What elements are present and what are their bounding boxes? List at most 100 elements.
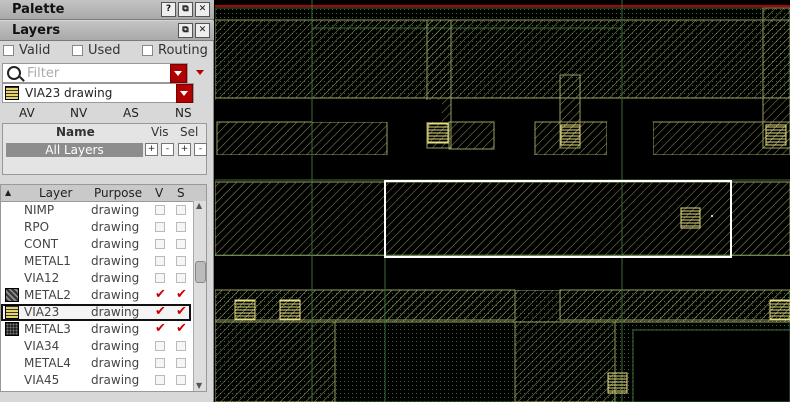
via23-shape xyxy=(427,122,449,144)
visible-checkbox[interactable]: ✔ xyxy=(155,305,166,318)
mode-bar: AV NV AS NS xyxy=(0,104,214,122)
valid-checkbox[interactable]: Valid xyxy=(3,43,50,58)
layer-row-rpo[interactable]: RPO drawing xyxy=(1,219,191,236)
layer-purpose: drawing xyxy=(91,271,140,285)
via23-shape xyxy=(607,372,628,394)
selectable-checkbox[interactable] xyxy=(176,256,186,266)
col-purpose[interactable]: Purpose xyxy=(94,186,142,200)
col-s[interactable]: S xyxy=(177,186,185,200)
layer-table-header: ▲ Layer Purpose V S xyxy=(1,185,206,202)
visible-checkbox[interactable] xyxy=(155,222,165,232)
via23-shape xyxy=(680,207,701,229)
used-checkbox[interactable]: Used xyxy=(72,43,121,58)
scrollbar-thumb[interactable] xyxy=(195,261,206,283)
via23-swatch-icon xyxy=(5,305,19,319)
sort-up-icon[interactable]: ▲ xyxy=(5,188,11,197)
selectable-checkbox[interactable] xyxy=(176,273,186,283)
visible-checkbox[interactable] xyxy=(155,205,165,215)
visible-checkbox[interactable]: ✔ xyxy=(155,288,166,301)
layer-row-via23[interactable]: VIA23 drawing ✔ ✔ xyxy=(1,304,191,321)
visible-checkbox[interactable] xyxy=(155,375,165,385)
layer-row-metal1[interactable]: METAL1 drawing xyxy=(1,253,191,270)
visible-checkbox[interactable]: ✔ xyxy=(155,322,166,335)
metal2-shape xyxy=(215,181,790,257)
layer-purpose: drawing xyxy=(91,288,140,302)
layout-canvas[interactable] xyxy=(215,0,790,402)
selectable-checkbox[interactable] xyxy=(176,358,186,368)
close-button[interactable]: ✕ xyxy=(195,2,210,17)
metal2-swatch-icon xyxy=(5,288,19,302)
visible-checkbox[interactable] xyxy=(155,256,165,266)
layer-row-metal2[interactable]: METAL2 drawing ✔ ✔ xyxy=(1,287,191,304)
current-layer-select[interactable]: VIA23 drawing xyxy=(2,83,194,103)
via23-shape xyxy=(765,124,787,146)
layer-row-nimp[interactable]: NIMP drawing xyxy=(1,202,191,219)
search-icon xyxy=(7,66,21,80)
visible-checkbox[interactable] xyxy=(155,273,165,283)
selectable-checkbox[interactable] xyxy=(176,205,186,215)
all-layers-item[interactable]: All Layers xyxy=(6,143,143,157)
selectable-checkbox[interactable] xyxy=(176,239,186,249)
vis-minus-button[interactable]: - xyxy=(161,143,174,156)
float-button[interactable]: ⧉ xyxy=(178,2,193,17)
layer-name: VIA45 xyxy=(24,373,60,387)
visibility-table: Name Vis Sel All Layers + - + - xyxy=(2,123,207,175)
selectable-checkbox[interactable] xyxy=(176,341,186,351)
palette-titlebar: Palette ? ⧉ ✕ xyxy=(0,0,214,20)
selectable-checkbox[interactable]: ✔ xyxy=(176,305,187,318)
filter-placeholder: Filter xyxy=(27,66,60,81)
visible-checkbox[interactable] xyxy=(155,341,165,351)
sel-header: Sel xyxy=(180,125,199,139)
selectable-checkbox[interactable] xyxy=(176,222,186,232)
visible-checkbox[interactable] xyxy=(155,239,165,249)
col-v[interactable]: V xyxy=(155,186,163,200)
col-layer[interactable]: Layer xyxy=(39,186,72,200)
selectable-checkbox[interactable]: ✔ xyxy=(176,288,187,301)
help-button[interactable]: ? xyxy=(161,2,176,17)
layer-name: RPO xyxy=(24,220,50,234)
layer-purpose: drawing xyxy=(91,254,140,268)
layer-row-metal3[interactable]: METAL3 drawing ✔ ✔ xyxy=(1,321,191,338)
visible-checkbox[interactable] xyxy=(155,358,165,368)
layers-float-button[interactable]: ⧉ xyxy=(178,23,193,38)
vis-header: Vis xyxy=(151,125,169,139)
layer-purpose: drawing xyxy=(91,203,140,217)
metal2-shape xyxy=(514,321,616,402)
selectable-checkbox[interactable] xyxy=(176,375,186,385)
sel-plus-button[interactable]: + xyxy=(178,143,191,156)
mode-av[interactable]: AV xyxy=(19,106,35,120)
vis-plus-button[interactable]: + xyxy=(145,143,158,156)
layer-row-via45[interactable]: VIA45 drawing xyxy=(1,372,191,389)
layer-purpose: drawing xyxy=(91,356,140,370)
routing-checkbox[interactable]: Routing xyxy=(142,43,208,58)
layer-row-via12[interactable]: VIA12 drawing xyxy=(1,270,191,287)
layer-row-metal4[interactable]: METAL4 drawing xyxy=(1,355,191,372)
layer-scrollbar[interactable]: ▲ ▼ xyxy=(193,201,206,391)
filter-menu-arrow-icon[interactable] xyxy=(196,70,204,75)
layer-dropdown-button[interactable] xyxy=(176,84,193,103)
scroll-up-icon[interactable]: ▲ xyxy=(196,201,202,210)
mode-nv[interactable]: NV xyxy=(70,106,87,120)
layer-purpose: drawing xyxy=(91,339,140,353)
sel-minus-button[interactable]: - xyxy=(194,143,207,156)
filter-dropdown-button[interactable] xyxy=(170,64,187,83)
layer-name: CONT xyxy=(24,237,59,251)
layer-row-cont[interactable]: CONT drawing xyxy=(1,236,191,253)
filter-input[interactable]: Filter xyxy=(2,63,188,83)
selectable-checkbox[interactable]: ✔ xyxy=(176,322,187,335)
via23-shape xyxy=(560,124,581,146)
layers-close-button[interactable]: ✕ xyxy=(195,23,210,38)
palette-title: Palette xyxy=(12,2,65,17)
layout-drawing xyxy=(215,0,790,402)
mode-as[interactable]: AS xyxy=(123,106,139,120)
filter-checkbox-row: Valid Used Routing xyxy=(0,43,214,59)
layers-titlebar: Layers ⧉ ✕ xyxy=(0,21,214,41)
metal2-shape xyxy=(216,121,388,156)
via23-shape xyxy=(234,299,256,321)
layer-name: VIA12 xyxy=(24,271,60,285)
layer-purpose: drawing xyxy=(91,220,140,234)
layer-row-via34[interactable]: VIA34 drawing xyxy=(1,338,191,355)
layer-name: VIA34 xyxy=(24,339,60,353)
scroll-down-icon[interactable]: ▼ xyxy=(196,381,202,390)
mode-ns[interactable]: NS xyxy=(175,106,192,120)
